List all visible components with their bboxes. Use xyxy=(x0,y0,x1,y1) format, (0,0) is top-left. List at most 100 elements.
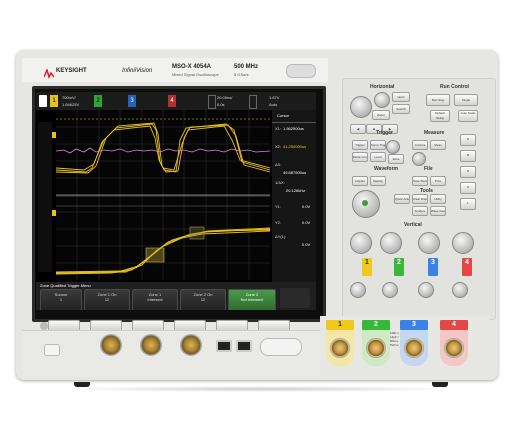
ch3-bnc-connector xyxy=(404,338,424,358)
display-button[interactable]: Display xyxy=(370,176,386,186)
ch2-button[interactable]: 2 xyxy=(394,258,404,276)
ch1-scale-knob[interactable] xyxy=(350,232,372,254)
serial-button[interactable]: S xyxy=(460,182,476,194)
cursor-y2-label: Y2: xyxy=(275,220,282,225)
bench-shadow xyxy=(60,386,460,392)
ch2-input-label: 2 xyxy=(362,320,390,330)
single-button[interactable]: Single xyxy=(454,94,478,106)
ch1-position-knob[interactable] xyxy=(350,282,366,298)
file-section-label: File xyxy=(424,166,433,172)
ref-button[interactable]: R xyxy=(460,166,476,178)
ch3-scale-knob[interactable] xyxy=(418,232,440,254)
keysight-logo xyxy=(43,66,55,84)
ch4-input-label: 4 xyxy=(440,320,468,330)
softkey-zone2-mode[interactable]: Zone 2 Not Intersect xyxy=(228,289,276,310)
ch3-position-knob[interactable] xyxy=(418,282,434,298)
softkey-source[interactable]: Source 1 xyxy=(40,289,82,310)
softkey-zone1-title: Zone 1 xyxy=(148,292,162,297)
softkey-zone1-on[interactable]: Zone 1 On ☑ xyxy=(84,289,130,310)
bandwidth-label: 500 MHz xyxy=(234,64,259,70)
ch1-button[interactable]: 1 xyxy=(362,258,372,276)
zone-button[interactable]: Zone xyxy=(388,154,404,164)
ch4-button[interactable]: 4 xyxy=(462,258,472,276)
ch1-indicator[interactable]: 1 xyxy=(50,95,58,107)
ch2-indicator[interactable]: 2 xyxy=(94,95,102,107)
ch3-indicator[interactable]: 3 xyxy=(128,95,136,107)
time-delay: 0.0s xyxy=(217,102,225,107)
zone-1-box xyxy=(145,247,165,263)
softkey-zone2-on-title: Zone 2 On xyxy=(193,292,213,297)
run-indicator-icon xyxy=(39,95,47,107)
cursor-dy-value: 0.0V xyxy=(302,242,311,247)
horizontal-scale-knob[interactable] xyxy=(350,96,372,118)
trigger-icon xyxy=(249,95,257,109)
math-button[interactable]: M xyxy=(460,150,476,162)
utility-button[interactable]: Utility xyxy=(430,194,446,204)
ch2-scale-knob[interactable] xyxy=(380,232,402,254)
ch4-scale-knob[interactable] xyxy=(452,232,474,254)
acquire-button[interactable]: Acquire xyxy=(352,176,368,186)
label-button[interactable]: L xyxy=(460,198,476,210)
cursor-dx-label: ΔX: xyxy=(275,162,282,167)
cursor-inv-dx-value: 20.126kHz xyxy=(286,188,306,193)
cursor-y1-label: Y1: xyxy=(275,204,282,209)
ch4-indicator[interactable]: 4 xyxy=(168,95,176,107)
cursors-knob[interactable] xyxy=(412,152,426,166)
wave-gen-button[interactable]: Wave Gen xyxy=(430,206,446,216)
cursor-divider xyxy=(272,122,316,123)
trigger-button[interactable]: Trigger xyxy=(352,140,368,150)
softkey-source-title: Source xyxy=(54,292,68,297)
softkey-source-value: 1 xyxy=(59,297,63,302)
ch4-position-knob[interactable] xyxy=(452,282,468,298)
horizontal-position-knob[interactable] xyxy=(374,92,390,108)
ch4-bnc-connector xyxy=(444,338,464,358)
model-number: MSO-X 4054A xyxy=(172,64,212,70)
left-foot xyxy=(74,382,90,387)
digital-button[interactable]: D xyxy=(460,134,476,146)
horizontal-icon xyxy=(208,95,216,109)
run-stop-button[interactable]: Run Stop xyxy=(426,94,450,106)
trigger-level-knob[interactable] xyxy=(386,140,400,154)
print-button[interactable]: Print xyxy=(430,176,446,186)
right-foot xyxy=(432,382,448,387)
quick-action-button[interactable]: Quick Action xyxy=(394,194,410,204)
clear-display-button[interactable]: Clear Display xyxy=(412,194,428,204)
cursor-inv-dx-label: 1/ΔX: xyxy=(275,180,285,185)
force-trigger-button[interactable]: Force Trigger xyxy=(370,140,386,150)
search-button[interactable]: Search xyxy=(392,104,410,114)
back-button[interactable] xyxy=(40,322,48,330)
horiz-button[interactable]: Horiz xyxy=(392,92,410,102)
default-setup-button[interactable]: Default Setup xyxy=(430,110,450,122)
usb-port-1 xyxy=(216,340,232,352)
menu-title: Zone Qualified Trigger Menu xyxy=(40,283,91,288)
entry-led-icon xyxy=(362,200,368,206)
meas-button[interactable]: Meas xyxy=(430,140,446,150)
cursor-dx-value: 49.687500us xyxy=(283,170,307,175)
nav-back-button[interactable]: ◀ xyxy=(350,124,366,134)
softkey-zone1-on-title: Zone 1 On xyxy=(97,292,117,297)
softkey-zone2-on-value: ☑ xyxy=(201,297,205,302)
waveform-section-label: Waveform xyxy=(374,166,398,172)
cursors-button[interactable]: Cursors xyxy=(412,140,428,150)
ch3-button[interactable]: 3 xyxy=(428,258,438,276)
brand-logo-text: KEYSIGHT xyxy=(56,68,87,74)
mode-coupling-button[interactable]: Mode Coupling xyxy=(352,152,368,162)
cursor-y1-value: 0.0V xyxy=(302,204,311,209)
softkey-zone1-mode[interactable]: Zone 1 Intersect xyxy=(132,289,178,310)
analyze-button[interactable]: Analyze xyxy=(412,206,428,216)
power-button[interactable] xyxy=(44,344,60,356)
ch2-position-knob[interactable] xyxy=(382,282,398,298)
zoom-button[interactable]: Zoom xyxy=(372,110,390,120)
gen-out-connector xyxy=(140,334,162,356)
auto-scale-button[interactable]: Auto Scale xyxy=(458,110,478,122)
left-gutter xyxy=(38,122,52,272)
sample-rate-label: 5 GSa/s xyxy=(234,72,249,77)
digital-input-connector xyxy=(100,334,122,356)
trigger-mode: Auto xyxy=(269,102,278,107)
save-recall-button[interactable]: Save Recall xyxy=(412,176,428,186)
softkey-zone2-on[interactable]: Zone 2 On ☑ xyxy=(180,289,226,310)
ch1-bnc-connector xyxy=(330,338,350,358)
level-button[interactable]: Level xyxy=(370,152,386,162)
cursor-panel-title: Cursor xyxy=(277,113,290,118)
waveform-plot xyxy=(55,110,271,280)
